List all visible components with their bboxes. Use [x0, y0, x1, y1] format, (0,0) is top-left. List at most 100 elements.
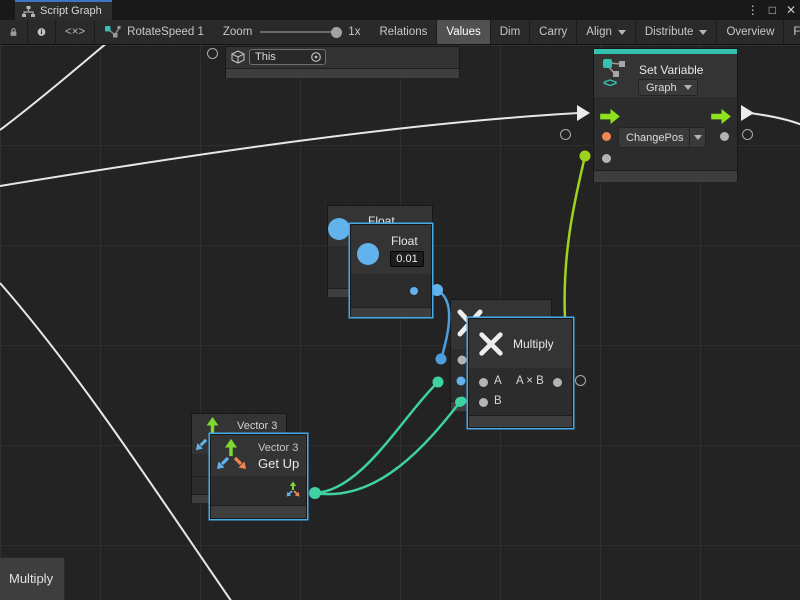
script-graph-icon	[22, 6, 35, 17]
tab-label: Script Graph	[40, 5, 102, 17]
value-in-ring[interactable]	[560, 129, 571, 140]
input-b-label: B	[494, 395, 502, 407]
this-node[interactable]: This	[225, 46, 460, 78]
multiply-x-icon	[477, 330, 505, 358]
values-button[interactable]: Values	[437, 20, 490, 44]
wire-endpoint[interactable]	[433, 377, 444, 388]
node-body	[351, 274, 431, 307]
flow-in-port-arrow[interactable]	[600, 109, 621, 124]
variable-name-port[interactable]	[602, 132, 611, 141]
lock-button[interactable]	[0, 20, 28, 44]
node-body: A A × B B	[469, 368, 572, 415]
variable-name-dropdown[interactable]: ChangePos	[618, 127, 706, 148]
value-out-ring[interactable]	[742, 129, 753, 140]
code-preview-button[interactable]: <×>	[56, 20, 95, 44]
chevron-down-icon	[618, 30, 626, 35]
flow-in-arrow[interactable]	[577, 105, 590, 121]
vector3-output-icon[interactable]	[284, 481, 302, 499]
multiply-output-ring[interactable]	[575, 375, 586, 386]
info-icon	[37, 25, 46, 39]
kebab-menu-icon[interactable]: ⋮	[747, 0, 759, 20]
object-picker-icon[interactable]	[310, 51, 322, 63]
getup-output-dot[interactable]	[309, 487, 321, 499]
wire-endpoint[interactable]	[436, 354, 447, 365]
node-title: Vector 3	[237, 420, 277, 432]
angle-brackets-icon: <×>	[65, 26, 85, 38]
tooltip-label: Multiply	[9, 571, 53, 586]
graph-canvas[interactable]: Float Vector 3	[0, 45, 800, 600]
distribute-dropdown-button[interactable]: Distribute	[636, 20, 718, 44]
output-value-port[interactable]	[720, 132, 729, 141]
flow-out-arrow[interactable]	[741, 105, 754, 121]
input-a-port[interactable]	[479, 378, 488, 387]
float-value: 0.01	[396, 253, 417, 265]
dim-button[interactable]: Dim	[491, 20, 530, 44]
output-port[interactable]	[553, 378, 562, 387]
up-arrow-icon	[222, 438, 240, 457]
flow-wire-to-set-variable[interactable]	[0, 113, 579, 186]
maximize-icon[interactable]: □	[769, 0, 776, 20]
node-title: Get Up	[258, 456, 299, 471]
input-value-port[interactable]	[602, 154, 611, 163]
variable-scope-dropdown[interactable]: Graph	[638, 79, 698, 96]
overview-button[interactable]: Overview	[717, 20, 784, 44]
node-header: Float 0.01	[351, 225, 431, 274]
node-header: <> Set Variable Graph	[594, 54, 737, 97]
relations-button[interactable]: Relations	[370, 20, 437, 44]
value-wire-float[interactable]	[437, 290, 449, 359]
node-header: Multiply	[469, 319, 572, 368]
close-icon[interactable]: ✕	[786, 0, 796, 20]
chevron-down-icon	[699, 30, 707, 35]
carry-label: Carry	[539, 26, 567, 38]
graph-toolbar: <×> RotateSpeed 1 Zoom 1x Relations Valu…	[0, 20, 800, 45]
node-header: This	[226, 47, 459, 68]
value-wire-green[interactable]	[565, 156, 585, 319]
float-node[interactable]: Float 0.01	[350, 224, 432, 317]
this-input-ring[interactable]	[207, 48, 218, 59]
flow-wire-from-set-variable[interactable]	[750, 113, 800, 125]
carry-button[interactable]: Carry	[530, 20, 577, 44]
node-footer	[594, 170, 737, 182]
this-object-field[interactable]: This	[249, 49, 326, 65]
node-footer	[211, 505, 306, 518]
window-controls: ⋮ □ ✕	[747, 0, 796, 20]
float-output-port[interactable]	[410, 287, 418, 295]
tab-script-graph[interactable]: Script Graph	[15, 0, 112, 20]
float-type-icon	[357, 243, 379, 265]
node-footer	[226, 68, 459, 78]
variable-dropdown-caret[interactable]	[689, 128, 705, 147]
zoom-value: 1x	[348, 26, 360, 38]
cube-icon	[231, 50, 245, 64]
flow-out-port-arrow[interactable]	[711, 109, 732, 124]
values-label: Values	[446, 26, 480, 38]
get-up-node[interactable]: Vector 3 Get Up	[210, 434, 307, 519]
dim-label: Dim	[500, 26, 520, 38]
node-body: ChangePos	[594, 97, 737, 170]
info-button[interactable]	[28, 20, 56, 44]
align-dropdown-button[interactable]: Align	[577, 20, 636, 44]
scope-label: Graph	[639, 82, 684, 94]
set-variable-node[interactable]: <> Set Variable Graph ChangePos	[593, 48, 738, 182]
node-title: Multiply	[513, 337, 554, 351]
node-title: Float	[391, 234, 418, 248]
zoom-slider[interactable]	[260, 31, 340, 33]
multiply-node[interactable]: Multiply A A × B B	[468, 318, 573, 428]
flow-wire[interactable]	[0, 45, 108, 130]
fullscreen-button[interactable]: Full Screen	[784, 20, 800, 44]
wire-endpoint[interactable]	[580, 151, 591, 162]
float-value-field[interactable]: 0.01	[390, 251, 424, 267]
overview-label: Overview	[726, 26, 774, 38]
node-header: Vector 3 Get Up	[211, 435, 306, 476]
this-value: This	[250, 51, 310, 63]
float-type-icon	[328, 218, 350, 240]
node-type-label: Vector 3	[258, 442, 298, 454]
value-wire-vector-b[interactable]	[315, 402, 460, 494]
unity-visual-scripting-window: Script Graph ⋮ □ ✕ <×>	[0, 0, 800, 600]
lock-icon	[9, 25, 18, 39]
node-body	[211, 476, 306, 505]
graph-breadcrumb[interactable]: RotateSpeed 1	[95, 20, 213, 44]
value-wire-vector-a[interactable]	[315, 382, 438, 493]
title-bar: Script Graph ⋮ □ ✕	[0, 0, 800, 20]
zoom-slider-handle[interactable]	[331, 27, 342, 38]
input-b-port[interactable]	[479, 398, 488, 407]
